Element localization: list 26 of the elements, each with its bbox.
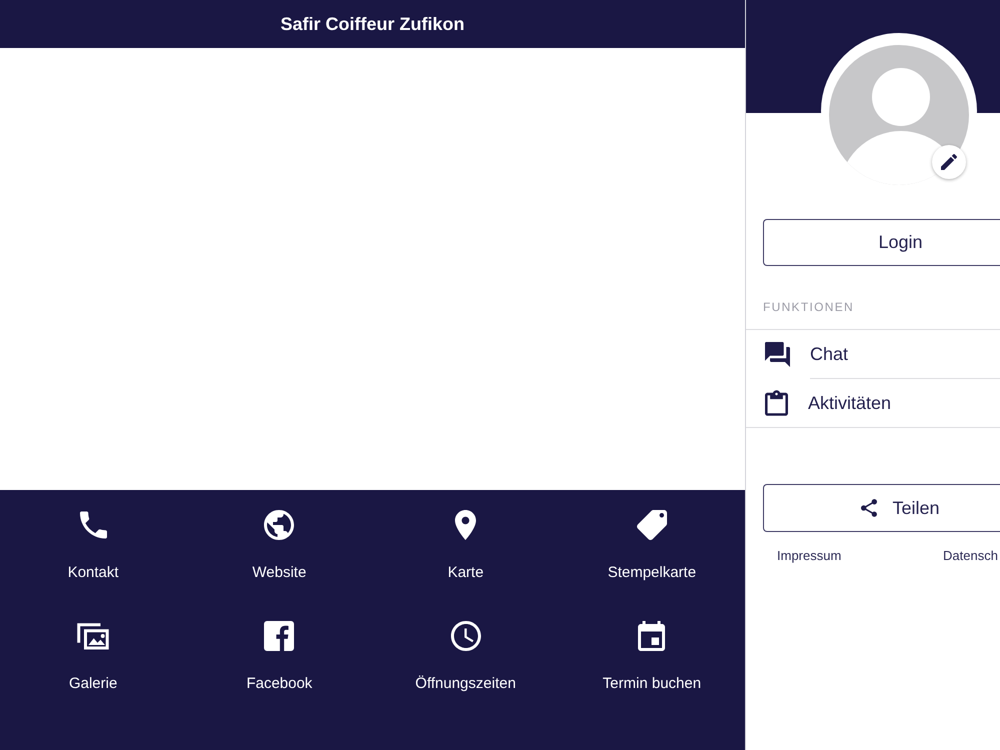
- shortcut-button[interactable]: Kontakt: [56, 500, 131, 592]
- shortcut-button[interactable]: Stempelkarte: [596, 500, 708, 592]
- map-pin-icon: [455, 510, 476, 540]
- calendar-icon: [638, 621, 666, 651]
- shortcut-button[interactable]: Website: [240, 500, 318, 592]
- share-button[interactable]: Teilen: [763, 484, 1000, 532]
- clipboard-icon: [765, 390, 788, 416]
- phone-icon: [80, 510, 107, 540]
- clock-icon: [450, 621, 481, 651]
- facebook-logo-icon: [264, 621, 294, 651]
- chat-bubbles-icon: [765, 342, 790, 366]
- shortcut-button[interactable]: Termin buchen: [590, 611, 714, 703]
- pencil-icon: [941, 154, 957, 170]
- tag-icon: [636, 510, 667, 540]
- globe-icon: [264, 510, 294, 540]
- shortcut-button[interactable]: Facebook: [234, 611, 324, 703]
- shortcut-button[interactable]: Öffnungszeiten: [403, 611, 528, 703]
- footer-link[interactable]: Datensch: [943, 548, 998, 564]
- pictures-icon: [77, 621, 110, 651]
- shortcut-button[interactable]: Galerie: [56, 611, 130, 703]
- login-button[interactable]: Login: [763, 219, 1000, 266]
- shortcut-button[interactable]: Karte: [436, 500, 496, 592]
- app-title: Safir Coiffeur Zufikon: [280, 13, 464, 35]
- section-heading: FUNKTIONEN: [763, 299, 855, 315]
- share-icon: [861, 499, 878, 517]
- footer-link[interactable]: Impressum: [777, 548, 842, 564]
